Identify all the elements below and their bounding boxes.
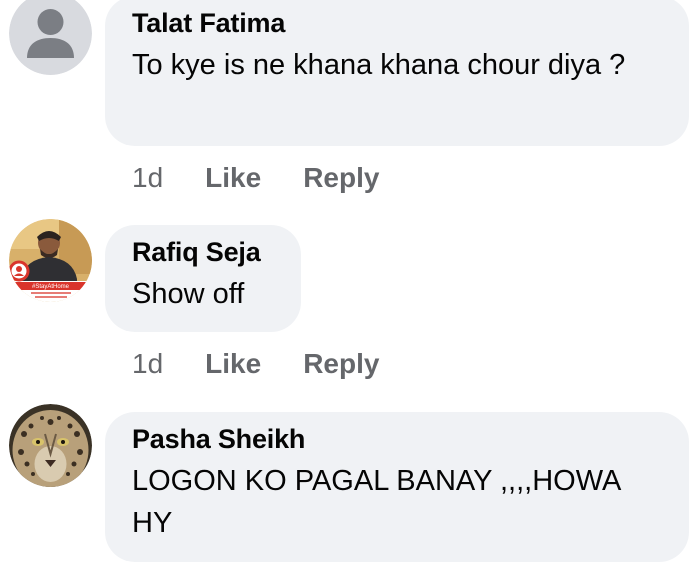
default-person-avatar-icon [9, 0, 92, 75]
comment-author-name[interactable]: Pasha Sheikh [132, 422, 663, 456]
comment-bubble: Talat Fatima To kye is ne khana khana ch… [105, 0, 689, 146]
comment-actions: 1d Like Reply [132, 161, 379, 195]
like-button[interactable]: Like [205, 347, 261, 381]
reply-button[interactable]: Reply [303, 161, 379, 195]
avatar[interactable] [9, 0, 92, 75]
comment-author-name[interactable]: Talat Fatima [132, 6, 663, 40]
frame-label: #StayAtHome [32, 284, 70, 290]
avatar[interactable]: #StayAtHome [9, 219, 92, 302]
like-button[interactable]: Like [205, 161, 261, 195]
leopard-photo-avatar-icon [9, 404, 92, 487]
comment-text: Show off [132, 278, 245, 310]
comment-text: To kye is ne khana khana chour diya ? [132, 49, 626, 81]
comment-timestamp[interactable]: 1d [132, 161, 163, 195]
avatar[interactable] [9, 404, 92, 487]
comment-bubble: Rafiq Seja Show off [105, 225, 301, 332]
comment-bubble: Pasha Sheikh LOGON KO PAGAL BANAY ,,,,HO… [105, 412, 689, 562]
comment-author-name[interactable]: Rafiq Seja [132, 235, 275, 269]
comment-actions: 1d Like Reply [132, 347, 379, 381]
profile-photo-icon: #StayAtHome [9, 219, 92, 302]
comment-timestamp[interactable]: 1d [132, 347, 163, 381]
reply-button[interactable]: Reply [303, 347, 379, 381]
comment-text: LOGON KO PAGAL BANAY ,,,,HOWA HY [132, 465, 620, 539]
